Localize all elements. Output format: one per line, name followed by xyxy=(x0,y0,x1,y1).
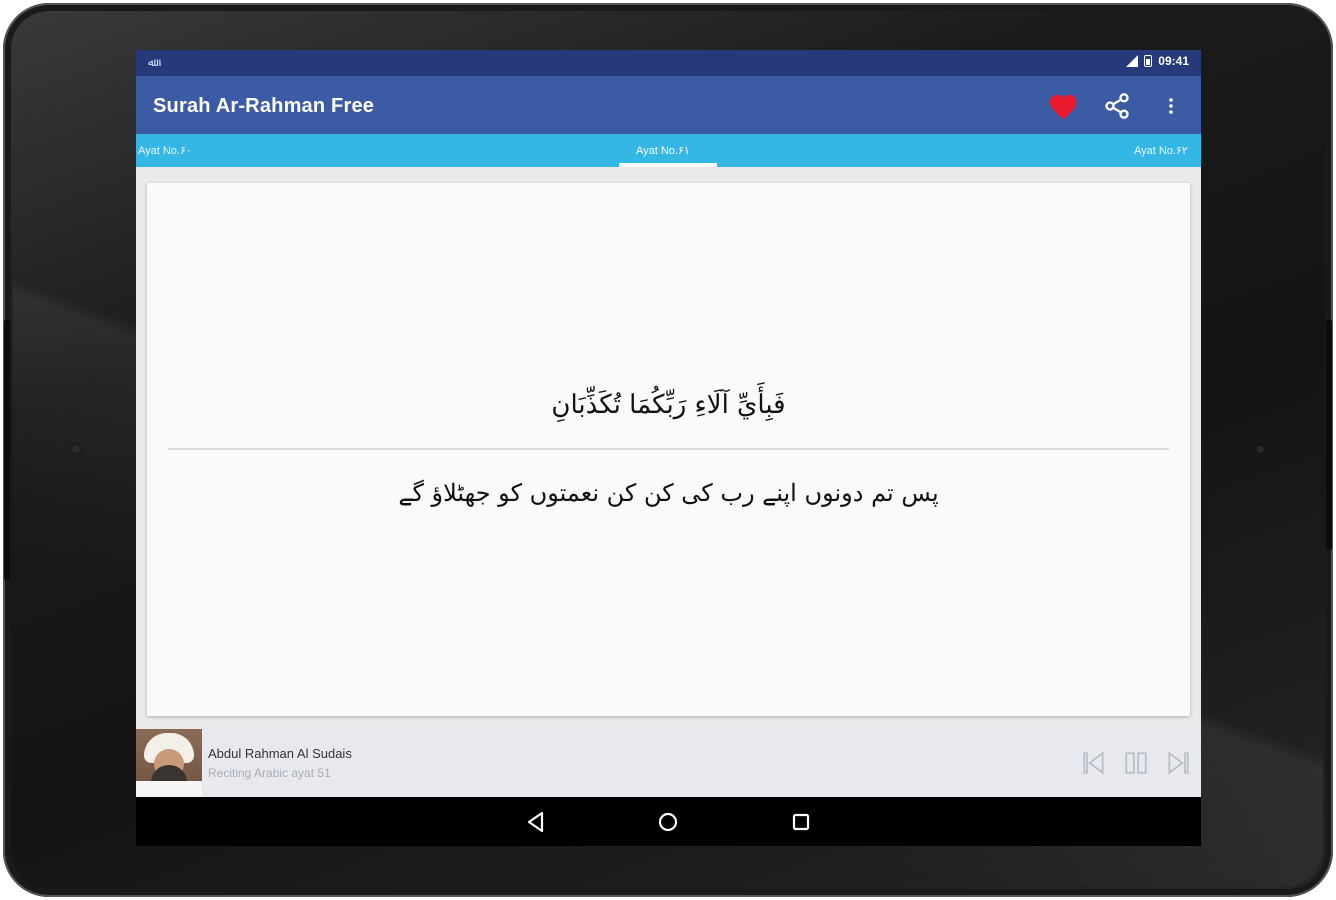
player-controls xyxy=(1081,750,1191,776)
skip-next-icon[interactable] xyxy=(1165,750,1191,776)
status-bar: ﷲ 09:41 xyxy=(136,50,1201,76)
tab-ayat-prev[interactable]: Ayat No.۶۰ xyxy=(138,144,192,157)
battery-icon xyxy=(1144,55,1153,67)
recents-icon xyxy=(792,813,810,831)
proximity-sensor-icon xyxy=(1257,446,1264,453)
app-bar-actions xyxy=(1047,90,1187,122)
back-icon xyxy=(527,811,544,833)
audio-player-bar: Abdul Rahman Al Sudais Reciting Arabic a… xyxy=(136,729,1201,797)
status-indicators: 09:41 xyxy=(1126,54,1189,68)
skip-previous-icon[interactable] xyxy=(1081,750,1107,776)
reciter-avatar xyxy=(136,729,202,797)
favorite-button[interactable] xyxy=(1047,90,1079,122)
pause-icon[interactable] xyxy=(1123,750,1149,776)
front-camera-icon xyxy=(70,443,82,455)
more-vert-icon xyxy=(1169,98,1173,114)
app-title: Surah Ar-Rahman Free xyxy=(153,95,375,117)
home-icon xyxy=(658,812,678,832)
urdu-translation-text: پس تم دونوں اپنے رب کی کن کن نعمتوں کو ج… xyxy=(398,479,939,507)
share-button[interactable] xyxy=(1101,90,1133,122)
ayat-tab-strip: Ayat No.۶۰ Ayat No.۶۱ Ayat No.۶۲ xyxy=(136,134,1201,167)
app-bar: Surah Ar-Rahman Free xyxy=(136,76,1201,134)
device-screen: ﷲ 09:41 Surah Ar-Rahman Free Ayat No.۶۰ … xyxy=(136,50,1201,846)
side-button-right xyxy=(1326,320,1332,550)
share-icon xyxy=(1105,93,1129,119)
nav-home-button[interactable] xyxy=(656,810,680,834)
tab-ayat-next[interactable]: Ayat No.۶۲ xyxy=(1134,144,1188,157)
status-time: 09:41 xyxy=(1158,54,1189,68)
heart-icon xyxy=(1049,94,1077,120)
system-nav-bar xyxy=(136,797,1201,846)
recitation-status: Reciting Arabic ayat 51 xyxy=(208,766,331,780)
ayah-card: فَبِأَيِّ آلَاءِ رَبِّكُمَا تُكَذِّبَانِ… xyxy=(147,183,1190,716)
ayah-divider xyxy=(168,448,1169,450)
tab-ayat-current[interactable]: Ayat No.۶۱ xyxy=(636,144,690,157)
notification-glyph: ﷲ xyxy=(148,57,155,69)
reciter-name: Abdul Rahman Al Sudais xyxy=(208,746,352,761)
arabic-ayah-text: فَبِأَيِّ آلَاءِ رَبِّكُمَا تُكَذِّبَانِ xyxy=(551,390,786,420)
nav-back-button[interactable] xyxy=(524,810,548,834)
overflow-menu-button[interactable] xyxy=(1155,90,1187,122)
signal-icon xyxy=(1126,55,1139,67)
nav-recents-button[interactable] xyxy=(789,810,813,834)
side-button-left xyxy=(4,320,10,580)
